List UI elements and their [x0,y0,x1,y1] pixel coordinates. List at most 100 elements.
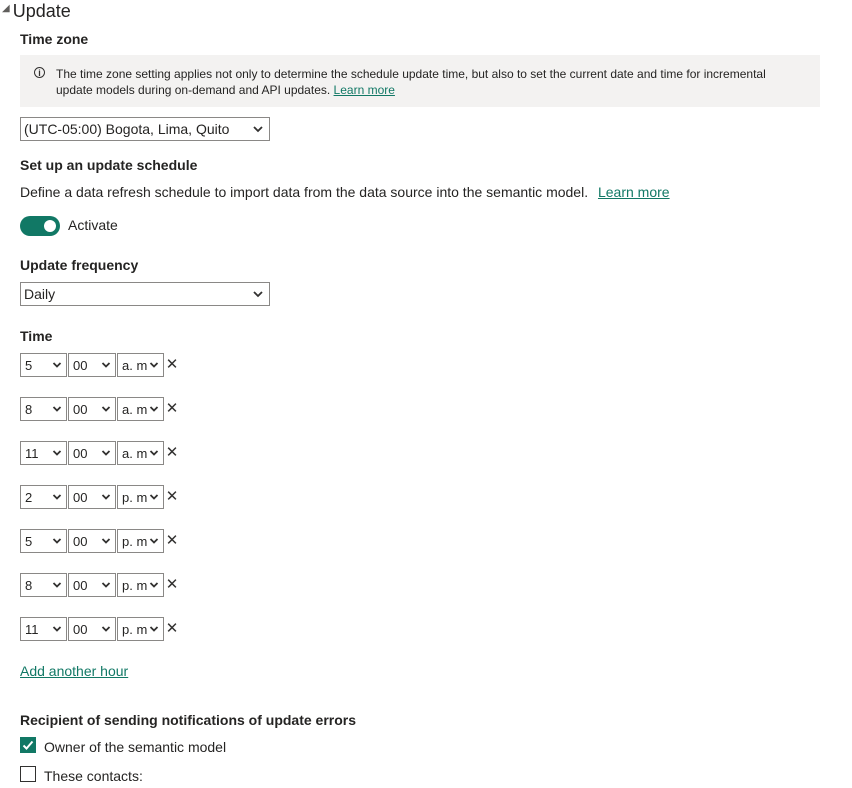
activate-toggle-label: Activate [68,217,118,233]
remove-time-icon[interactable]: ✕ [165,489,179,504]
minute-value: 00 [73,446,88,461]
info-icon: i [34,67,45,78]
timezone-select-value: (UTC-05:00) Bogota, Lima, Quito [24,121,230,137]
hour-select[interactable]: 8 [20,397,67,421]
chevron-down-icon [253,126,263,133]
frequency-select[interactable]: Daily [20,282,270,306]
minute-select[interactable]: 00 [68,353,116,377]
hour-select[interactable]: 8 [20,573,67,597]
minute-select[interactable]: 00 [68,617,116,641]
remove-time-icon[interactable]: ✕ [165,401,179,416]
minute-select[interactable]: 00 [68,573,116,597]
hour-select[interactable]: 11 [20,617,67,641]
owner-checkbox[interactable] [20,737,36,753]
section-header[interactable]: ◢ Update [2,1,71,22]
ampm-select[interactable]: a. m. [117,353,164,377]
remove-time-icon[interactable]: ✕ [165,533,179,548]
checkmark-icon [22,740,34,750]
section-title: Update [12,1,71,21]
minute-select[interactable]: 00 [68,485,116,509]
ampm-select[interactable]: a. m. [117,397,164,421]
owner-checkbox-label: Owner of the semantic model [44,739,227,755]
hour-value: 5 [25,534,33,549]
chevron-down-icon [149,494,159,500]
chevron-down-icon [52,406,62,412]
schedule-learn-more-link[interactable]: Learn more [598,184,670,200]
minute-select[interactable]: 00 [68,441,116,465]
frequency-label: Update frequency [20,257,139,273]
hour-select[interactable]: 2 [20,485,67,509]
hour-value: 5 [25,358,33,373]
hour-value: 11 [25,622,39,637]
minute-value: 00 [73,402,88,417]
chevron-down-icon [101,362,111,368]
toggle-knob [44,220,56,232]
activate-toggle[interactable] [20,216,60,236]
chevron-down-icon [52,450,62,456]
ampm-value: p. m. [122,622,148,637]
chevron-down-icon [101,582,111,588]
hour-value: 8 [25,578,33,593]
minute-value: 00 [73,490,88,505]
schedule-description: Define a data refresh schedule to import… [20,184,589,200]
timezone-label: Time zone [20,31,89,47]
ampm-select[interactable]: p. m. [117,529,164,553]
frequency-select-value: Daily [24,286,56,302]
ampm-select[interactable]: p. m. [117,573,164,597]
minute-value: 00 [73,578,88,593]
timezone-info-text: The time zone setting applies not only t… [56,66,796,98]
timezone-info-message: The time zone setting applies not only t… [56,67,766,97]
chevron-down-icon [52,582,62,588]
chevron-down-icon [253,291,263,298]
chevron-down-icon [52,362,62,368]
chevron-down-icon [149,626,159,632]
timezone-info-box: i The time zone setting applies not only… [20,55,820,107]
ampm-select[interactable]: a. m. [117,441,164,465]
schedule-heading: Set up an update schedule [20,157,198,173]
chevron-down-icon [149,362,159,368]
ampm-select[interactable]: p. m. [117,617,164,641]
hour-value: 2 [25,490,33,505]
minute-value: 00 [73,534,88,549]
ampm-select[interactable]: p. m. [117,485,164,509]
chevron-down-icon [149,582,159,588]
contacts-checkbox-label: These contacts: [44,768,143,784]
timezone-select[interactable]: (UTC-05:00) Bogota, Lima, Quito [20,117,270,141]
ampm-value: a. m. [122,446,148,461]
ampm-value: p. m. [122,534,148,549]
chevron-down-icon [52,494,62,500]
chevron-down-icon [52,626,62,632]
add-another-hour-link[interactable]: Add another hour [20,663,128,679]
hour-value: 8 [25,402,33,417]
hour-select[interactable]: 11 [20,441,67,465]
timezone-learn-more-link[interactable]: Learn more [334,83,395,97]
minute-select[interactable]: 00 [68,397,116,421]
time-label: Time [20,328,53,344]
chevron-down-icon [101,494,111,500]
chevron-down-icon [101,626,111,632]
ampm-value: a. m. [122,358,148,373]
minute-select[interactable]: 00 [68,529,116,553]
chevron-down-icon [149,450,159,456]
chevron-down-icon [149,538,159,544]
schedule-description-row: Define a data refresh schedule to import… [20,184,670,200]
remove-time-icon[interactable]: ✕ [165,357,179,372]
chevron-down-icon [101,406,111,412]
collapse-triangle-icon[interactable]: ◢ [2,3,10,14]
ampm-value: p. m. [122,490,148,505]
chevron-down-icon [101,450,111,456]
remove-time-icon[interactable]: ✕ [165,445,179,460]
ampm-value: p. m. [122,578,148,593]
minute-value: 00 [73,622,88,637]
notifications-heading: Recipient of sending notifications of up… [20,712,357,728]
chevron-down-icon [149,406,159,412]
remove-time-icon[interactable]: ✕ [165,577,179,592]
contacts-checkbox[interactable] [20,766,36,782]
hour-value: 11 [25,446,39,461]
hour-select[interactable]: 5 [20,353,67,377]
minute-value: 00 [73,358,88,373]
remove-time-icon[interactable]: ✕ [165,621,179,636]
ampm-value: a. m. [122,402,148,417]
hour-select[interactable]: 5 [20,529,67,553]
chevron-down-icon [52,538,62,544]
